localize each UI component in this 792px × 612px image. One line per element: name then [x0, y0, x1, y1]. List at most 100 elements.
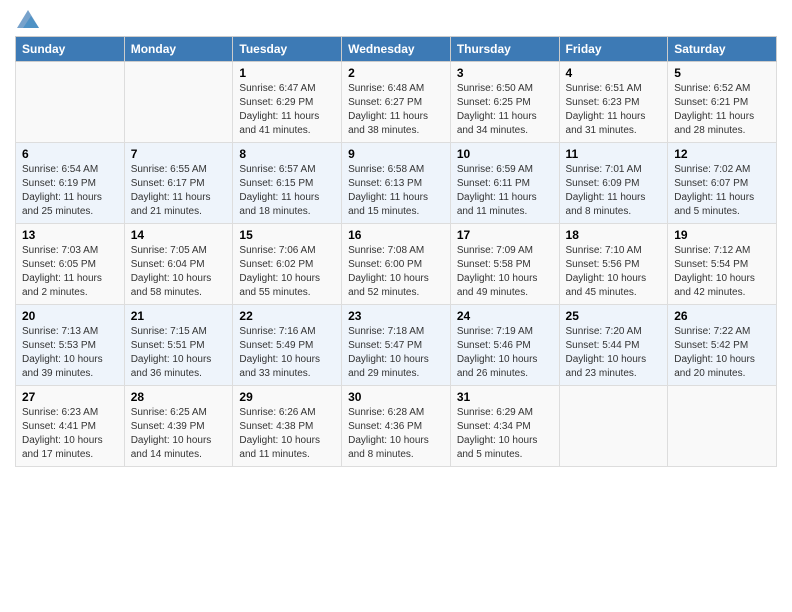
calendar-cell: 7 Sunrise: 6:55 AM Sunset: 6:17 PM Daylig…: [124, 143, 233, 224]
day-number: 30: [348, 390, 444, 404]
day-info: Sunrise: 7:08 AM Sunset: 6:00 PM Dayligh…: [348, 244, 444, 300]
day-number: 12: [674, 147, 770, 161]
day-info: Sunrise: 7:22 AM Sunset: 5:42 PM Dayligh…: [674, 325, 770, 381]
day-info: Sunrise: 6:54 AM Sunset: 6:19 PM Dayligh…: [22, 163, 118, 219]
day-number: 1: [239, 66, 335, 80]
weekday-header: Wednesday: [342, 37, 451, 62]
calendar-cell: 12 Sunrise: 7:02 AM Sunset: 6:07 PM Dayli…: [668, 143, 777, 224]
day-info: Sunrise: 6:51 AM Sunset: 6:23 PM Dayligh…: [566, 82, 662, 138]
day-info: Sunrise: 6:58 AM Sunset: 6:13 PM Dayligh…: [348, 163, 444, 219]
day-info: Sunrise: 7:16 AM Sunset: 5:49 PM Dayligh…: [239, 325, 335, 381]
calendar-cell: [668, 386, 777, 467]
calendar-cell: 17Sunrise: 7:09 AM Sunset: 5:58 PM Dayli…: [450, 224, 559, 305]
calendar-cell: 5 Sunrise: 6:52 AM Sunset: 6:21 PM Daylig…: [668, 62, 777, 143]
day-info: Sunrise: 7:01 AM Sunset: 6:09 PM Dayligh…: [566, 163, 662, 219]
calendar-cell: 19Sunrise: 7:12 AM Sunset: 5:54 PM Dayli…: [668, 224, 777, 305]
day-number: 14: [131, 228, 227, 242]
day-number: 3: [457, 66, 553, 80]
day-number: 21: [131, 309, 227, 323]
day-info: Sunrise: 6:57 AM Sunset: 6:15 PM Dayligh…: [239, 163, 335, 219]
day-info: Sunrise: 6:25 AM Sunset: 4:39 PM Dayligh…: [131, 406, 227, 462]
calendar-week-row: 1 Sunrise: 6:47 AM Sunset: 6:29 PM Daylig…: [16, 62, 777, 143]
day-info: Sunrise: 6:23 AM Sunset: 4:41 PM Dayligh…: [22, 406, 118, 462]
day-number: 9: [348, 147, 444, 161]
day-number: 22: [239, 309, 335, 323]
calendar-cell: 2 Sunrise: 6:48 AM Sunset: 6:27 PM Daylig…: [342, 62, 451, 143]
calendar-cell: 9 Sunrise: 6:58 AM Sunset: 6:13 PM Daylig…: [342, 143, 451, 224]
calendar-cell: 20Sunrise: 7:13 AM Sunset: 5:53 PM Dayli…: [16, 305, 125, 386]
weekday-header-row: SundayMondayTuesdayWednesdayThursdayFrid…: [16, 37, 777, 62]
day-info: Sunrise: 7:10 AM Sunset: 5:56 PM Dayligh…: [566, 244, 662, 300]
calendar-cell: 4Sunrise: 6:51 AM Sunset: 6:23 PM Daylig…: [559, 62, 668, 143]
day-info: Sunrise: 7:12 AM Sunset: 5:54 PM Dayligh…: [674, 244, 770, 300]
day-number: 28: [131, 390, 227, 404]
calendar-cell: 10 Sunrise: 6:59 AM Sunset: 6:11 PM Dayli…: [450, 143, 559, 224]
calendar-cell: 21 Sunrise: 7:15 AM Sunset: 5:51 PM Dayli…: [124, 305, 233, 386]
calendar-week-row: 6 Sunrise: 6:54 AM Sunset: 6:19 PM Daylig…: [16, 143, 777, 224]
day-number: 20: [22, 309, 118, 323]
calendar-week-row: 27 Sunrise: 6:23 AM Sunset: 4:41 PM Dayli…: [16, 386, 777, 467]
day-number: 8: [239, 147, 335, 161]
day-number: 27: [22, 390, 118, 404]
calendar-cell: 16 Sunrise: 7:08 AM Sunset: 6:00 PM Dayli…: [342, 224, 451, 305]
day-info: Sunrise: 6:29 AM Sunset: 4:34 PM Dayligh…: [457, 406, 553, 462]
day-number: 24: [457, 309, 553, 323]
calendar-cell: 18 Sunrise: 7:10 AM Sunset: 5:56 PM Dayli…: [559, 224, 668, 305]
day-info: Sunrise: 7:09 AM Sunset: 5:58 PM Dayligh…: [457, 244, 553, 300]
day-number: 10: [457, 147, 553, 161]
calendar-table: SundayMondayTuesdayWednesdayThursdayFrid…: [15, 36, 777, 467]
calendar-cell: [559, 386, 668, 467]
day-info: Sunrise: 7:06 AM Sunset: 6:02 PM Dayligh…: [239, 244, 335, 300]
weekday-header: Tuesday: [233, 37, 342, 62]
calendar-week-row: 13Sunrise: 7:03 AM Sunset: 6:05 PM Dayli…: [16, 224, 777, 305]
weekday-header: Saturday: [668, 37, 777, 62]
calendar-cell: [124, 62, 233, 143]
calendar-cell: 31Sunrise: 6:29 AM Sunset: 4:34 PM Dayli…: [450, 386, 559, 467]
calendar-cell: 22 Sunrise: 7:16 AM Sunset: 5:49 PM Dayli…: [233, 305, 342, 386]
calendar-cell: 13Sunrise: 7:03 AM Sunset: 6:05 PM Dayli…: [16, 224, 125, 305]
calendar-cell: 14 Sunrise: 7:05 AM Sunset: 6:04 PM Dayli…: [124, 224, 233, 305]
calendar-cell: 11 Sunrise: 7:01 AM Sunset: 6:09 PM Dayli…: [559, 143, 668, 224]
day-number: 18: [566, 228, 662, 242]
weekday-header: Friday: [559, 37, 668, 62]
day-number: 23: [348, 309, 444, 323]
calendar-cell: 26Sunrise: 7:22 AM Sunset: 5:42 PM Dayli…: [668, 305, 777, 386]
day-info: Sunrise: 7:18 AM Sunset: 5:47 PM Dayligh…: [348, 325, 444, 381]
day-info: Sunrise: 6:48 AM Sunset: 6:27 PM Dayligh…: [348, 82, 444, 138]
day-number: 13: [22, 228, 118, 242]
day-info: Sunrise: 6:26 AM Sunset: 4:38 PM Dayligh…: [239, 406, 335, 462]
day-info: Sunrise: 7:02 AM Sunset: 6:07 PM Dayligh…: [674, 163, 770, 219]
calendar-cell: 23 Sunrise: 7:18 AM Sunset: 5:47 PM Dayli…: [342, 305, 451, 386]
day-info: Sunrise: 6:52 AM Sunset: 6:21 PM Dayligh…: [674, 82, 770, 138]
logo: [15, 10, 39, 28]
day-info: Sunrise: 6:50 AM Sunset: 6:25 PM Dayligh…: [457, 82, 553, 138]
calendar-cell: 28 Sunrise: 6:25 AM Sunset: 4:39 PM Dayli…: [124, 386, 233, 467]
day-number: 5: [674, 66, 770, 80]
calendar-cell: 3 Sunrise: 6:50 AM Sunset: 6:25 PM Daylig…: [450, 62, 559, 143]
weekday-header: Sunday: [16, 37, 125, 62]
day-number: 16: [348, 228, 444, 242]
day-info: Sunrise: 6:47 AM Sunset: 6:29 PM Dayligh…: [239, 82, 335, 138]
calendar-cell: 29 Sunrise: 6:26 AM Sunset: 4:38 PM Dayli…: [233, 386, 342, 467]
weekday-header: Monday: [124, 37, 233, 62]
weekday-header: Thursday: [450, 37, 559, 62]
day-info: Sunrise: 6:59 AM Sunset: 6:11 PM Dayligh…: [457, 163, 553, 219]
day-info: Sunrise: 7:20 AM Sunset: 5:44 PM Dayligh…: [566, 325, 662, 381]
day-info: Sunrise: 7:05 AM Sunset: 6:04 PM Dayligh…: [131, 244, 227, 300]
calendar-week-row: 20Sunrise: 7:13 AM Sunset: 5:53 PM Dayli…: [16, 305, 777, 386]
day-number: 11: [566, 147, 662, 161]
calendar-cell: 27 Sunrise: 6:23 AM Sunset: 4:41 PM Dayli…: [16, 386, 125, 467]
day-number: 7: [131, 147, 227, 161]
day-info: Sunrise: 7:15 AM Sunset: 5:51 PM Dayligh…: [131, 325, 227, 381]
calendar-cell: 30 Sunrise: 6:28 AM Sunset: 4:36 PM Dayli…: [342, 386, 451, 467]
day-number: 2: [348, 66, 444, 80]
calendar-cell: 6 Sunrise: 6:54 AM Sunset: 6:19 PM Daylig…: [16, 143, 125, 224]
day-info: Sunrise: 6:28 AM Sunset: 4:36 PM Dayligh…: [348, 406, 444, 462]
calendar-cell: 24Sunrise: 7:19 AM Sunset: 5:46 PM Dayli…: [450, 305, 559, 386]
day-number: 25: [566, 309, 662, 323]
day-number: 6: [22, 147, 118, 161]
calendar-cell: 8 Sunrise: 6:57 AM Sunset: 6:15 PM Daylig…: [233, 143, 342, 224]
day-number: 29: [239, 390, 335, 404]
calendar-cell: 15Sunrise: 7:06 AM Sunset: 6:02 PM Dayli…: [233, 224, 342, 305]
day-info: Sunrise: 6:55 AM Sunset: 6:17 PM Dayligh…: [131, 163, 227, 219]
